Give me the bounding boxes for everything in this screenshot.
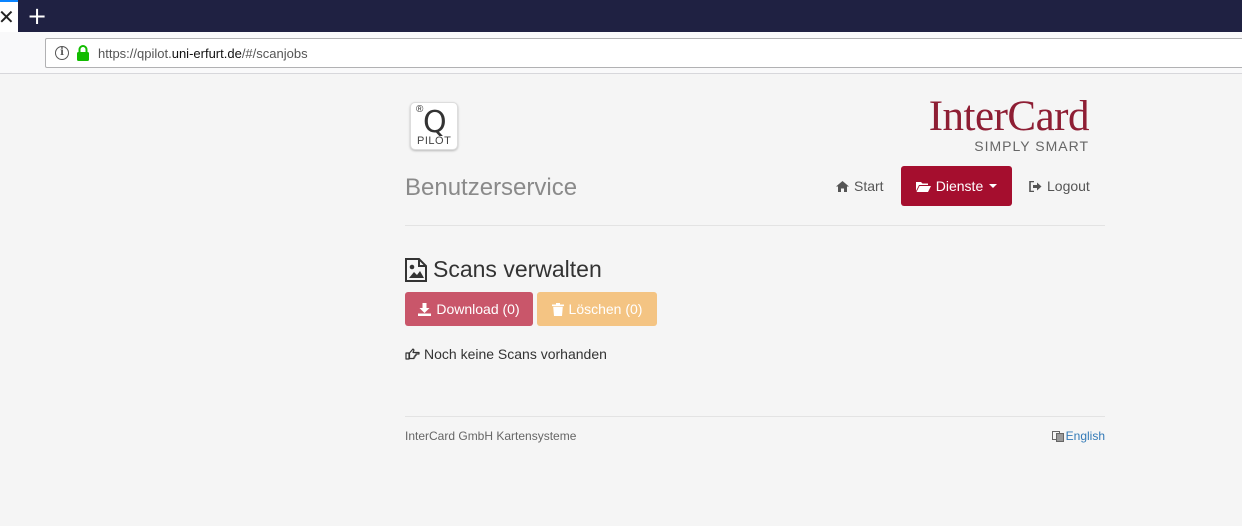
footer-company: InterCard GmbH Kartensysteme bbox=[405, 429, 577, 443]
empty-message: Noch keine Scans vorhanden bbox=[405, 346, 607, 362]
home-icon bbox=[836, 180, 849, 192]
folder-open-icon bbox=[915, 181, 931, 192]
intercard-logo: InterCard SIMPLY SMART bbox=[928, 93, 1090, 155]
url-text[interactable]: https://qpilot.uni-erfurt.de/#/scanjobs bbox=[98, 46, 308, 61]
qpilot-logo[interactable]: ® Q PILOT bbox=[410, 102, 458, 150]
sign-out-icon bbox=[1029, 180, 1042, 192]
nav-dienste-label: Dienste bbox=[935, 178, 984, 194]
section-title: Scans verwalten bbox=[405, 256, 602, 283]
delete-button-label: Löschen (0) bbox=[568, 301, 643, 317]
file-image-icon bbox=[405, 257, 427, 282]
browser-tab[interactable]: ✕ bbox=[0, 0, 18, 32]
lock-icon[interactable] bbox=[76, 45, 90, 61]
page-title: Benutzerservice bbox=[405, 174, 578, 201]
info-icon[interactable]: i bbox=[55, 46, 69, 60]
nav-start-link[interactable]: Start bbox=[836, 166, 884, 206]
browser-tab-bar: ✕ + bbox=[0, 0, 1242, 32]
download-button[interactable]: Download (0) bbox=[405, 292, 533, 326]
caret-down-icon bbox=[989, 184, 998, 188]
qpilot-pilot-text: PILOT bbox=[417, 135, 452, 147]
url-path: /#/scanjobs bbox=[241, 46, 308, 61]
download-icon bbox=[418, 302, 432, 316]
intercard-slogan: SIMPLY SMART bbox=[974, 138, 1089, 154]
page-container: ® Q PILOT InterCard SIMPLY SMART Benutze… bbox=[405, 74, 1105, 526]
nav-logout-label: Logout bbox=[1047, 178, 1090, 194]
url-domain: uni-erfurt.de bbox=[171, 46, 242, 61]
language-switch-label: English bbox=[1065, 429, 1105, 443]
empty-message-text: Noch keine Scans vorhanden bbox=[424, 346, 607, 362]
delete-button[interactable]: Löschen (0) bbox=[537, 292, 657, 326]
intercard-brand-name: InterCard bbox=[928, 93, 1090, 140]
url-prefix: https://qpilot. bbox=[98, 46, 172, 61]
hand-pointing-right-icon bbox=[405, 348, 420, 360]
footer-divider bbox=[405, 416, 1105, 417]
new-tab-button[interactable]: + bbox=[26, 2, 48, 30]
section-title-text: Scans verwalten bbox=[433, 256, 602, 282]
trash-icon bbox=[551, 302, 564, 316]
download-button-label: Download (0) bbox=[436, 301, 520, 317]
browser-nav-bar: i https://qpilot.uni-erfurt.de/#/scanjob… bbox=[0, 32, 1242, 74]
nav-dienste-dropdown[interactable]: Dienste bbox=[901, 166, 1012, 206]
nav-logout-link[interactable]: Logout bbox=[1029, 166, 1090, 206]
language-icon bbox=[1051, 430, 1064, 442]
close-tab-icon[interactable]: ✕ bbox=[0, 5, 15, 29]
header-divider bbox=[405, 225, 1105, 226]
url-bar[interactable]: i https://qpilot.uni-erfurt.de/#/scanjob… bbox=[45, 38, 1242, 68]
nav-start-label: Start bbox=[854, 178, 884, 194]
language-switch-link[interactable]: English bbox=[1051, 429, 1105, 443]
